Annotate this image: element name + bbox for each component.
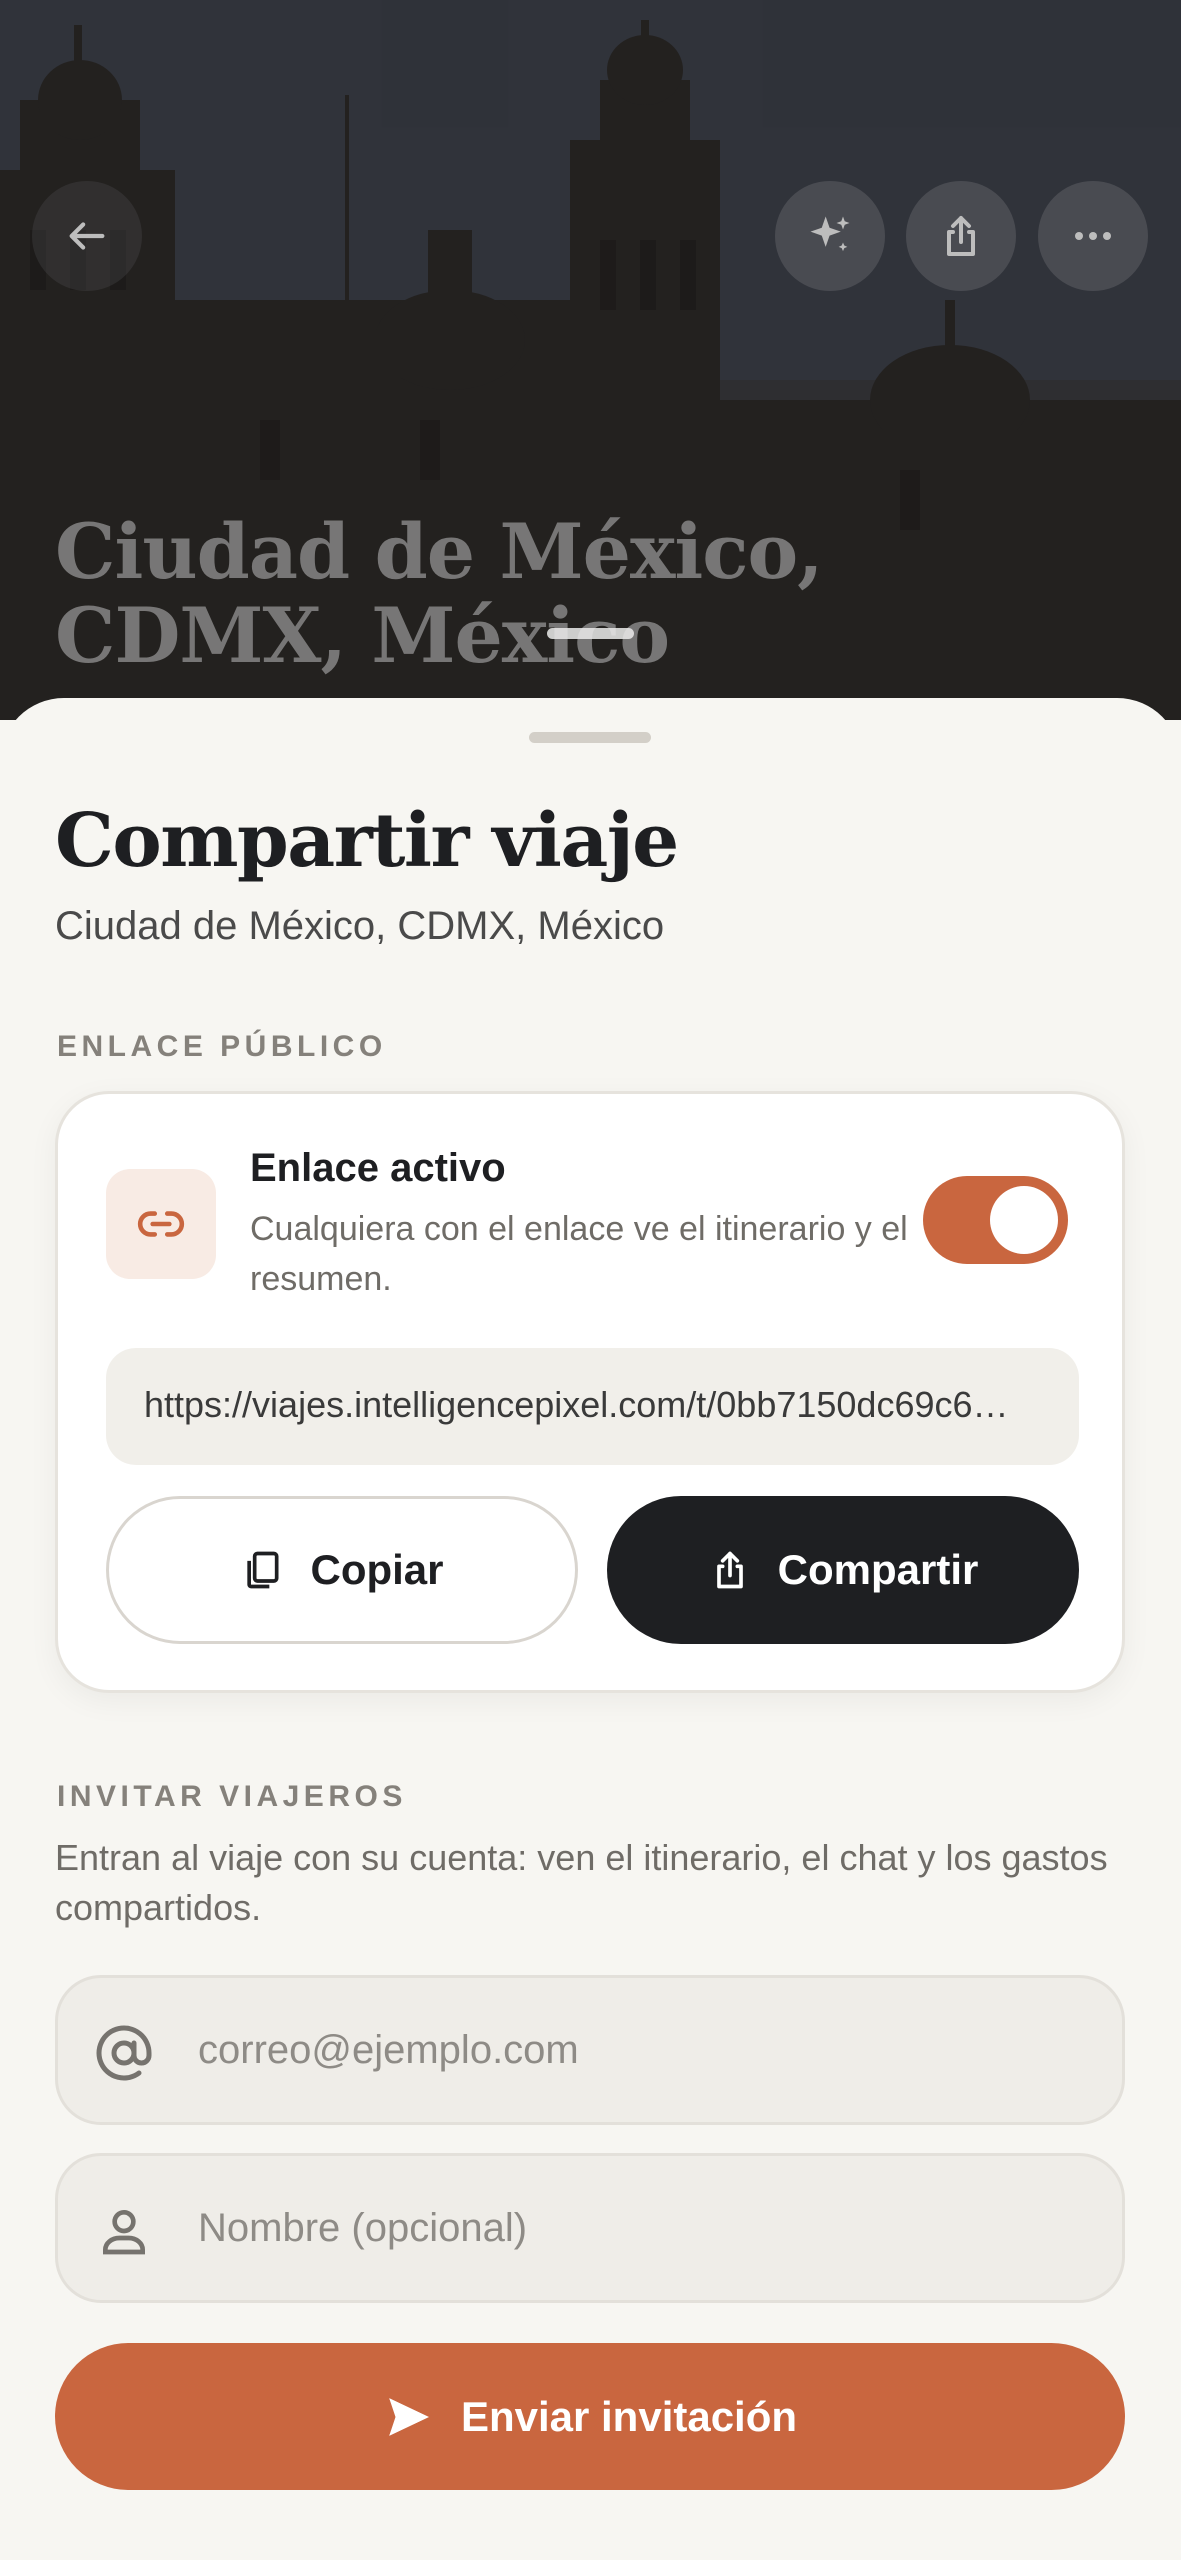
share-link-label: Compartir	[777, 1546, 979, 1593]
toggle-knob	[990, 1186, 1058, 1254]
send-invitation-button[interactable]: Enviar invitación	[55, 2343, 1125, 2490]
public-link-toggle[interactable]	[923, 1176, 1068, 1264]
send-invitation-label: Enviar invitación	[460, 2392, 798, 2440]
copy-icon	[247, 1551, 279, 1589]
share-url-field[interactable]: https://viajes.intelligencepixel.com/t/0…	[106, 1348, 1079, 1465]
share-icon	[716, 1551, 743, 1589]
arrow-left-icon	[69, 222, 105, 250]
back-button[interactable]	[32, 181, 142, 291]
public-link-section-label: ENLACE PÚBLICO	[57, 1030, 387, 1063]
destination-title: Ciudad de México, CDMX, México	[55, 507, 824, 680]
person-icon	[94, 2201, 154, 2261]
sheet-drag-handle[interactable]	[529, 732, 651, 743]
more-options-button[interactable]	[1038, 181, 1148, 291]
email-input[interactable]	[198, 1978, 1098, 2122]
sheet-title: Compartir viaje	[55, 798, 679, 884]
name-input[interactable]	[198, 2156, 1098, 2300]
hero-drag-handle	[547, 628, 634, 639]
link-icon-box	[106, 1169, 216, 1279]
share-sheet: Compartir viaje Ciudad de México, CDMX, …	[0, 698, 1181, 2560]
more-horizontal-icon	[1075, 232, 1111, 240]
copy-link-label: Copiar	[310, 1546, 444, 1593]
public-link-card: Enlace activo Cualquiera con el enlace v…	[55, 1091, 1125, 1693]
share-icon	[947, 216, 975, 256]
send-icon	[389, 2397, 429, 2436]
share-link-button[interactable]: Compartir	[607, 1496, 1079, 1644]
name-field[interactable]	[55, 2153, 1125, 2303]
hero-header: Ciudad de México, CDMX, México	[0, 0, 1181, 720]
share-url-text: https://viajes.intelligencepixel.com/t/0…	[144, 1384, 1009, 1425]
sparkle-icon	[810, 216, 850, 252]
link-active-description: Cualquiera con el enlace ve el itinerari…	[250, 1210, 908, 1298]
link-active-title: Enlace activo	[250, 1146, 506, 1190]
at-sign-icon	[94, 2023, 154, 2083]
invite-section-label: INVITAR VIAJEROS	[57, 1780, 407, 1813]
copy-link-button[interactable]: Copiar	[106, 1496, 578, 1644]
email-field[interactable]	[55, 1975, 1125, 2125]
share-header-button[interactable]	[906, 181, 1016, 291]
ai-assistant-button[interactable]	[775, 181, 885, 291]
invite-description: Entran al viaje con su cuenta: ven el it…	[55, 1837, 1108, 1928]
link-icon	[137, 1211, 185, 1237]
sheet-subtitle: Ciudad de México, CDMX, México	[55, 904, 665, 948]
